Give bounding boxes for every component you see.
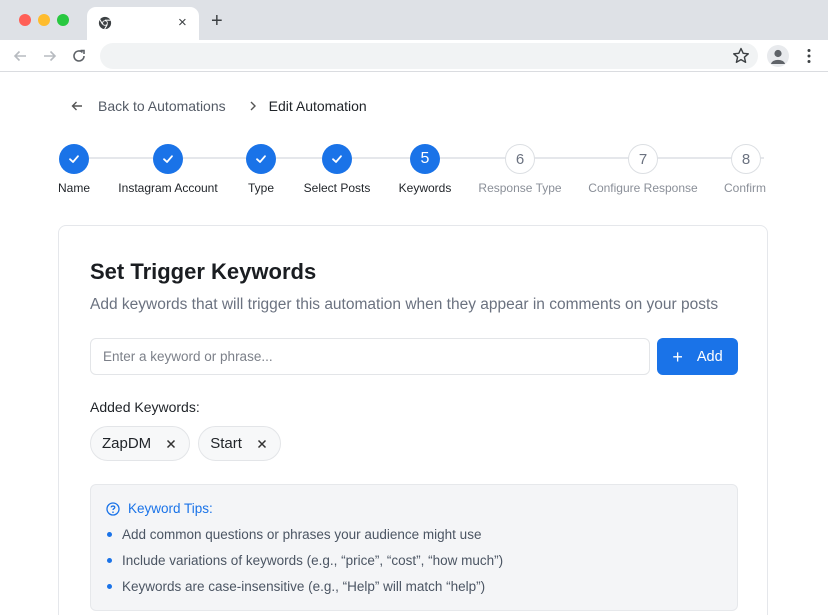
tab-close-icon[interactable]: × [178,15,187,31]
tips-title: Keyword Tips: [128,501,213,516]
step-7-indicator[interactable]: 7 [628,144,658,174]
step-number: 5 [420,150,430,167]
browser-tab-bar: × + [0,0,828,40]
keyword-chip-label: Start [210,435,242,452]
bullet-icon [107,584,112,589]
tip-item: Keywords are case-insensitive (e.g., “He… [107,579,485,594]
step-1-label[interactable]: Name [58,181,90,195]
back-arrow-icon[interactable] [10,46,30,66]
chevron-right-icon [250,101,256,111]
check-icon [69,155,79,163]
add-button-label: Add [696,348,723,365]
tip-text: Add common questions or phrases your aud… [122,527,482,542]
tip-item: Include variations of keywords (e.g., “p… [107,553,503,568]
window-minimize-button[interactable] [38,14,50,26]
tip-text: Include variations of keywords (e.g., “p… [122,553,504,568]
step-3-label[interactable]: Type [248,181,274,195]
tip-item: Add common questions or phrases your aud… [107,527,481,542]
add-keyword-button[interactable]: + Add [657,338,738,375]
keyword-chip-label: ZapDM [102,435,152,452]
step-4-label[interactable]: Select Posts [304,181,371,195]
back-arrow-icon[interactable] [70,99,84,113]
step-3-indicator[interactable] [246,144,276,174]
step-4-indicator[interactable] [322,144,352,174]
added-keywords-label: Added Keywords: [90,399,200,415]
keyword-input[interactable] [90,338,650,375]
remove-keyword-icon[interactable] [256,438,268,450]
keyword-tips-box: Keyword Tips: Add common questions or ph… [90,484,738,611]
check-icon [163,155,173,163]
star-icon[interactable] [731,46,751,66]
check-icon [256,155,266,163]
profile-icon[interactable] [767,45,789,67]
step-7-label[interactable]: Configure Response [588,181,697,195]
bullet-icon [107,558,112,563]
breadcrumb: Back to Automations Edit Automation [70,97,367,115]
step-number: 8 [741,150,751,168]
new-tab-button[interactable]: + [211,11,223,31]
step-5-label[interactable]: Keywords [399,181,452,195]
check-icon [332,155,342,163]
browser-toolbar [0,40,828,72]
reload-icon[interactable] [69,46,89,66]
step-2-indicator[interactable] [153,144,183,174]
forward-arrow-icon[interactable] [40,46,60,66]
kebab-menu-icon[interactable] [799,46,819,66]
step-2-label[interactable]: Instagram Account [118,181,217,195]
remove-keyword-icon[interactable] [165,438,177,450]
address-bar[interactable] [100,43,758,69]
back-to-automations-link[interactable]: Back to Automations [98,98,226,114]
step-number: 7 [638,150,648,168]
plus-icon: + [672,346,683,367]
keywords-card: Set Trigger Keywords Add keywords that w… [58,225,768,615]
browser-tab[interactable]: × [87,7,199,40]
card-title: Set Trigger Keywords [90,259,317,284]
keyword-chip: Start [198,426,281,461]
step-8-indicator[interactable]: 8 [731,144,761,174]
step-6-indicator[interactable]: 6 [505,144,535,174]
help-circle-icon [106,501,120,516]
tip-text: Keywords are case-insensitive (e.g., “He… [122,579,486,594]
step-1-indicator[interactable] [59,144,89,174]
step-5-indicator[interactable]: 5 [410,144,440,174]
window-close-button[interactable] [19,14,31,26]
tips-header: Keyword Tips: [106,501,213,516]
breadcrumb-current: Edit Automation [268,98,367,114]
keyword-chip: ZapDM [90,426,191,461]
keyword-chip-list: ZapDM Start [90,426,281,461]
bullet-icon [107,532,112,537]
card-subtitle: Add keywords that will trigger this auto… [90,296,719,313]
window-maximize-button[interactable] [57,14,69,26]
step-number: 6 [515,150,525,168]
chrome-icon [98,16,112,30]
step-8-label[interactable]: Confirm [724,181,766,195]
step-6-label[interactable]: Response Type [478,181,561,195]
